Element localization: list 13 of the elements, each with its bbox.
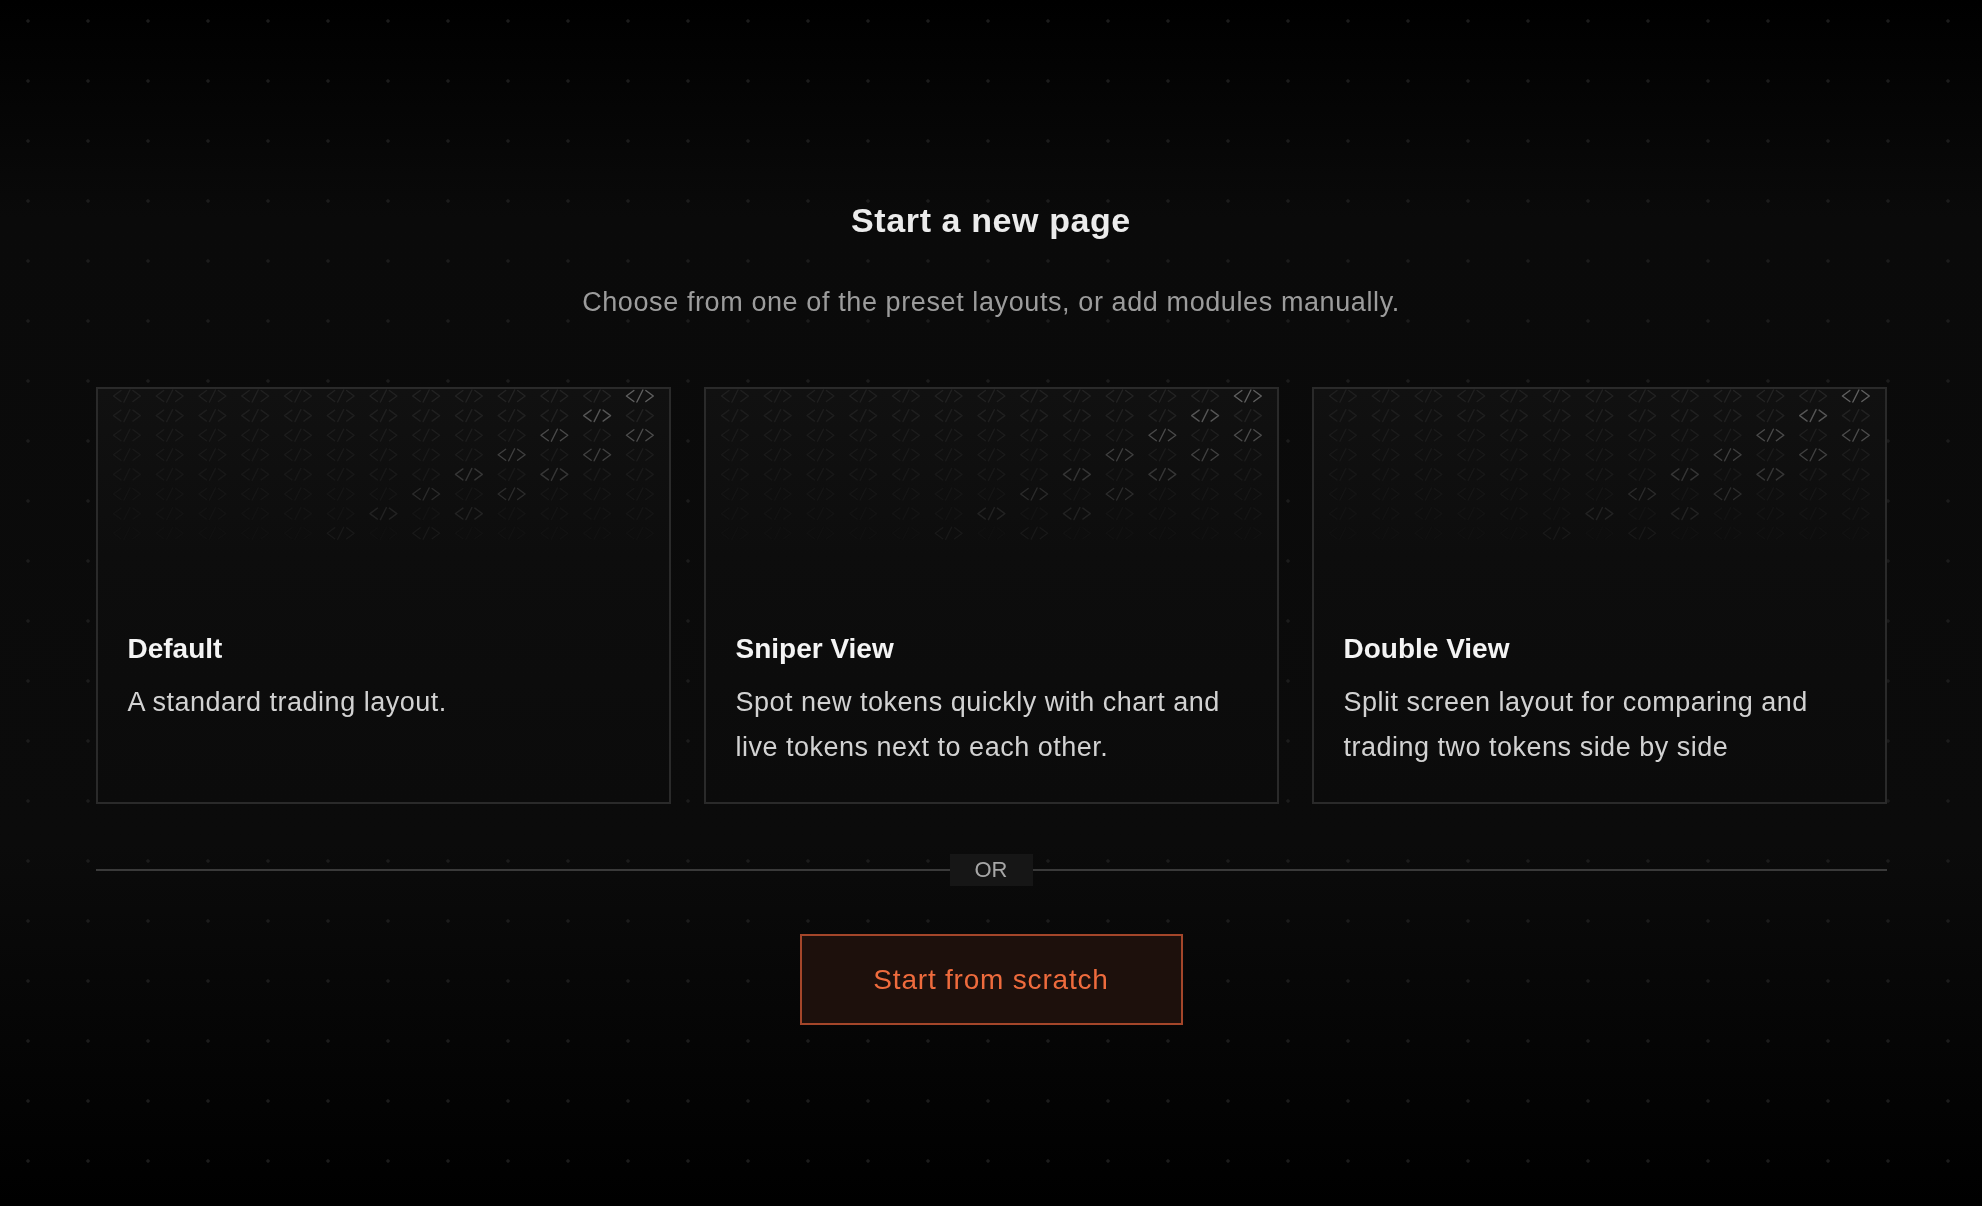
layout-description: A standard trading layout. (127, 686, 447, 719)
layout-description: Split screen layout for comparing and trading two tokens side by side (1343, 686, 1809, 764)
layout-title: Double View (1343, 632, 1510, 666)
start-from-scratch-button[interactable]: Start from scratch (799, 934, 1183, 1025)
layout-card[interactable]: Default A standard trading layout. (95, 387, 671, 804)
layout-title: Default (127, 632, 223, 666)
layout-title: Sniper View (735, 632, 894, 666)
divider-label: OR (949, 854, 1033, 886)
layout-card[interactable]: Double View Split screen layout for comparing and trading two tokens side by side (1311, 387, 1887, 804)
layout-description: Spot new tokens quickly with chart and live tokens next to each other. (735, 686, 1221, 764)
page-title: Start a new page (851, 200, 1131, 241)
page-subtitle: Choose from one of the preset layouts, or add modules manually. (582, 287, 1400, 317)
layout-card[interactable]: Sniper View Spot new tokens quickly with chart and live tokens next to each other. (703, 387, 1279, 804)
